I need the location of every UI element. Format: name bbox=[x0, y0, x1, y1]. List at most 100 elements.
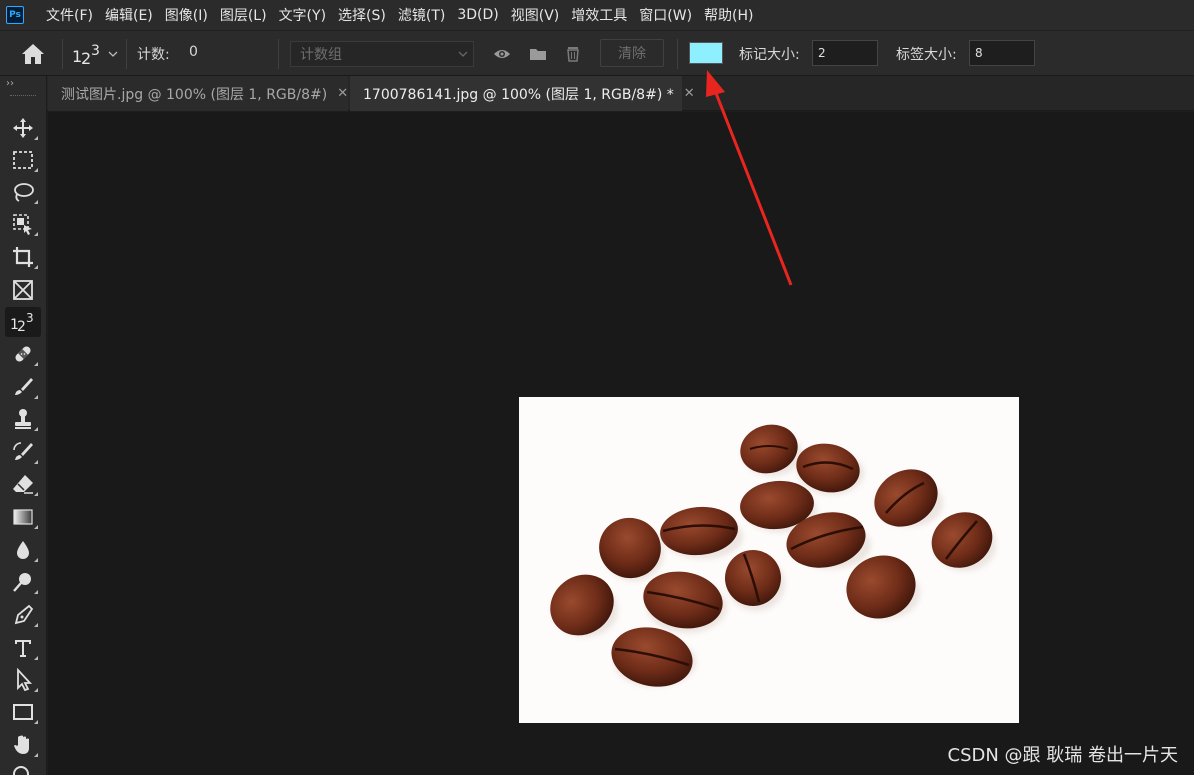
tool-flyout-indicator bbox=[34, 200, 38, 204]
close-icon[interactable]: ✕ bbox=[337, 86, 348, 101]
object-selection-tool[interactable] bbox=[5, 209, 41, 239]
crop-icon bbox=[13, 247, 33, 267]
path-selection-tool[interactable] bbox=[5, 665, 41, 695]
frame-icon bbox=[13, 280, 33, 300]
zoom-tool[interactable] bbox=[5, 760, 41, 775]
new-count-group-button[interactable] bbox=[528, 44, 548, 64]
tool-flyout-indicator bbox=[34, 395, 38, 399]
coffee-bean bbox=[550, 574, 618, 637]
tool-flyout-indicator bbox=[34, 492, 38, 496]
marquee-tool[interactable] bbox=[5, 145, 41, 175]
eraser-icon bbox=[13, 475, 33, 494]
pen-icon bbox=[14, 604, 34, 625]
label-size-input[interactable]: 8 bbox=[969, 40, 1035, 66]
tab-label: 1700786141.jpg @ 100% (图层 1, RGB/8#) * bbox=[363, 86, 674, 103]
coffee-beans-photo bbox=[550, 424, 996, 687]
svg-text:3: 3 bbox=[91, 43, 100, 59]
gradient-icon bbox=[13, 509, 33, 525]
document-tab-1700786141[interactable]: 1700786141.jpg @ 100% (图层 1, RGB/8#) * ✕ bbox=[350, 76, 695, 111]
label-size-label: 标签大小: bbox=[896, 47, 957, 63]
svg-text:3: 3 bbox=[26, 311, 34, 325]
count-tool-icon: 1 2 3 bbox=[72, 43, 100, 67]
clone-stamp-tool[interactable] bbox=[5, 404, 41, 434]
count-icon: 1 2 3 bbox=[10, 311, 34, 334]
marquee-icon bbox=[13, 151, 33, 169]
count-group-placeholder: 计数组 bbox=[300, 47, 342, 63]
tool-flyout-indicator bbox=[34, 623, 38, 627]
pen-tool[interactable] bbox=[5, 600, 41, 630]
count-group-select[interactable]: 计数组 bbox=[290, 41, 474, 67]
history-brush-tool[interactable] bbox=[5, 437, 41, 467]
menu-plugins[interactable]: 增效工具 bbox=[565, 0, 633, 30]
healing-brush-tool[interactable] bbox=[5, 339, 41, 369]
options-bar: 1 2 3 计数: 0 计数组 清除 标记大小: 2 标签大小: 8 bbox=[0, 30, 1194, 76]
move-tool[interactable] bbox=[5, 113, 41, 143]
delete-count-group-button[interactable] bbox=[563, 44, 583, 64]
close-icon[interactable]: ✕ bbox=[684, 86, 695, 101]
tool-flyout-indicator bbox=[34, 265, 38, 269]
stamp-icon bbox=[15, 409, 31, 429]
menu-edit[interactable]: 编辑(E) bbox=[99, 0, 159, 30]
tool-flyout-indicator bbox=[34, 656, 38, 660]
brush-tool[interactable] bbox=[5, 372, 41, 402]
gradient-tool[interactable] bbox=[5, 502, 41, 532]
document-tab-test-image[interactable]: 测试图片.jpg @ 100% (图层 1, RGB/8#) ✕ bbox=[48, 76, 348, 111]
separator bbox=[126, 39, 127, 69]
home-button[interactable] bbox=[20, 42, 46, 66]
svg-text:2: 2 bbox=[17, 319, 26, 334]
dodge-tool[interactable] bbox=[5, 567, 41, 597]
crop-tool[interactable] bbox=[5, 242, 41, 272]
hand-icon bbox=[14, 735, 29, 754]
blur-icon bbox=[17, 541, 29, 559]
menu-window[interactable]: 窗口(W) bbox=[633, 0, 698, 30]
tab-label: 测试图片.jpg @ 100% (图层 1, RGB/8#) bbox=[61, 86, 328, 103]
blur-tool[interactable] bbox=[5, 535, 41, 565]
clear-button[interactable]: 清除 bbox=[600, 39, 664, 67]
coffee-bean bbox=[643, 571, 727, 633]
document-canvas[interactable] bbox=[519, 397, 1019, 723]
hand-tool[interactable] bbox=[5, 730, 41, 760]
csdn-watermark: CSDN @跟 耿瑞 卷出一片天 bbox=[947, 745, 1178, 766]
menu-view[interactable]: 视图(V) bbox=[505, 0, 566, 30]
menu-select[interactable]: 选择(S) bbox=[332, 0, 392, 30]
trash-icon bbox=[567, 47, 579, 62]
lasso-tool[interactable] bbox=[5, 177, 41, 207]
type-icon bbox=[15, 640, 31, 657]
count-tool[interactable]: 1 2 3 bbox=[5, 307, 41, 337]
type-tool[interactable] bbox=[5, 633, 41, 663]
toolbar-grip[interactable] bbox=[10, 95, 36, 97]
rectangle-tool[interactable] bbox=[5, 697, 41, 727]
tool-flyout-indicator bbox=[34, 525, 38, 529]
tool-flyout-indicator bbox=[34, 232, 38, 236]
menu-bar: Ps 文件(F) 编辑(E) 图像(I) 图层(L) 文字(Y) 选择(S) 滤… bbox=[0, 0, 1194, 30]
marker-color-swatch[interactable] bbox=[689, 42, 723, 64]
zoom-icon bbox=[13, 766, 29, 775]
menu-3d[interactable]: 3D(D) bbox=[451, 0, 504, 30]
tool-flyout-indicator bbox=[34, 688, 38, 692]
frame-tool[interactable] bbox=[5, 275, 41, 305]
chevron-down-icon bbox=[458, 51, 468, 57]
eraser-tool[interactable] bbox=[5, 469, 41, 499]
menu-file[interactable]: 文件(F) bbox=[40, 0, 99, 30]
photoshop-logo-icon: Ps bbox=[6, 6, 24, 24]
count-label: 计数: bbox=[137, 47, 170, 63]
tool-preset-picker[interactable]: 1 2 3 bbox=[72, 41, 119, 67]
collapse-panel-icon[interactable]: ›› bbox=[6, 78, 14, 89]
menu-layer[interactable]: 图层(L) bbox=[214, 0, 273, 30]
tool-flyout-indicator bbox=[34, 753, 38, 757]
document-tab-bar: 测试图片.jpg @ 100% (图层 1, RGB/8#) ✕ 1700786… bbox=[47, 76, 1194, 111]
toggle-visibility-button[interactable] bbox=[492, 44, 512, 64]
marker-size-input[interactable]: 2 bbox=[812, 40, 878, 66]
menu-image[interactable]: 图像(I) bbox=[159, 0, 214, 30]
menu-help[interactable]: 帮助(H) bbox=[698, 0, 759, 30]
lasso-icon bbox=[14, 183, 34, 202]
svg-text:2: 2 bbox=[81, 49, 91, 67]
coffee-bean bbox=[874, 469, 943, 527]
history-brush-icon bbox=[13, 442, 33, 460]
menu-filter[interactable]: 滤镜(T) bbox=[392, 0, 451, 30]
rectangle-icon bbox=[13, 704, 33, 720]
menu-type[interactable]: 文字(Y) bbox=[273, 0, 332, 30]
tool-flyout-indicator bbox=[34, 558, 38, 562]
separator bbox=[62, 39, 63, 69]
tool-flyout-indicator bbox=[34, 136, 38, 140]
